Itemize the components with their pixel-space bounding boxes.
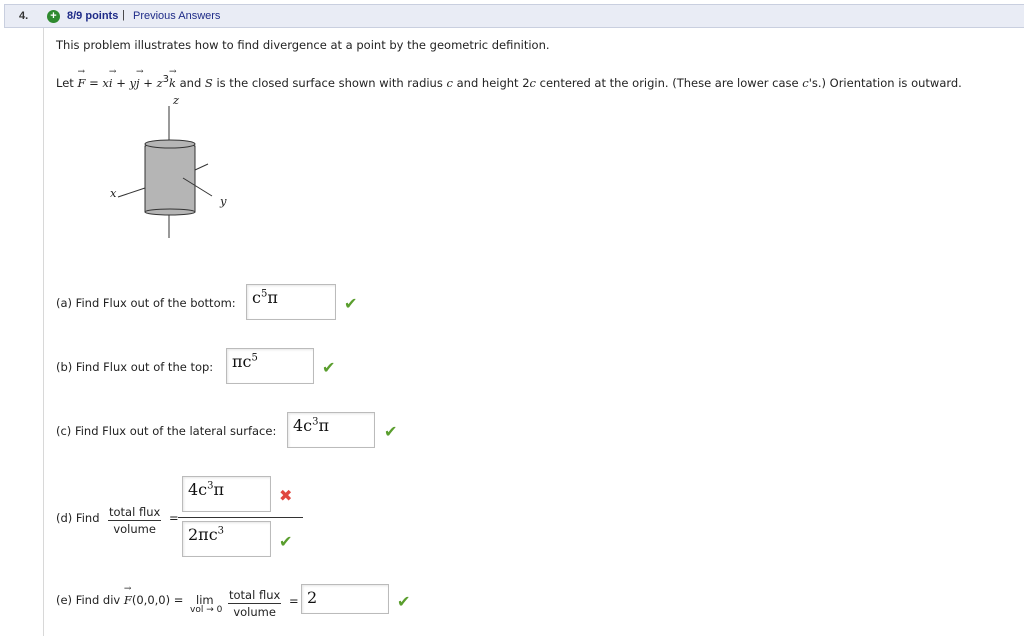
problem-statement: Let F = xi + yj + z3k and S is the close… (56, 67, 962, 90)
part-d-label: (d) Find (56, 511, 100, 525)
cylinder-figure (117, 106, 213, 238)
problem-intro: This problem illustrates how to find div… (56, 38, 550, 52)
check-icon: ✔ (344, 294, 358, 313)
question-number: 4. (19, 10, 29, 22)
part-e-answer-field[interactable]: 2 (301, 584, 389, 614)
check-icon: ✔ (322, 358, 336, 377)
check-icon: ✔ (384, 422, 398, 441)
y-axis-label: y (220, 194, 227, 208)
part-d-denominator-field[interactable]: 2πc3 (182, 521, 271, 557)
part-c-label: (c) Find Flux out of the lateral surface… (56, 424, 277, 438)
z-axis-label: z (173, 93, 180, 107)
part-e-fraction: total flux volume (228, 588, 282, 619)
cylinder-fill (146, 146, 194, 206)
fraction-numerator: total flux (228, 588, 282, 604)
check-icon: ✔ (397, 592, 411, 611)
header-separator: | (122, 9, 125, 21)
fraction-numerator: total flux (108, 505, 162, 521)
part-d-numerator-field[interactable]: 4c3π (182, 476, 271, 512)
vector-F: F (77, 67, 85, 90)
x-axis-label: x (110, 186, 117, 200)
part-c-answer-field[interactable]: 4c3π (287, 412, 375, 448)
part-e-label: (e) Find div F(0,0,0) = (56, 584, 183, 607)
part-a-label: (a) Find Flux out of the bottom: (56, 296, 236, 310)
cylinder-top (144, 139, 196, 149)
previous-answers-link[interactable]: Previous Answers (133, 10, 220, 22)
limit-subscript: vol → 0 (190, 605, 223, 615)
cylinder-bottom (144, 208, 196, 216)
fraction-denominator: volume (233, 605, 276, 619)
equals-sign: = (289, 594, 299, 608)
part-b-answer-field[interactable]: πc5 (226, 348, 314, 384)
vector-F: F (124, 584, 132, 607)
check-icon: ✔ (279, 532, 293, 551)
part-b-label: (b) Find Flux out of the top: (56, 360, 214, 374)
fraction-denominator: volume (113, 522, 156, 536)
x-icon: ✖ (279, 486, 293, 505)
answer-fraction-bar (178, 517, 303, 518)
points-score: 8/9 points (67, 10, 119, 22)
part-d-fraction: total flux volume (108, 505, 162, 536)
equals-sign: = (169, 511, 179, 525)
left-divider (43, 28, 44, 636)
x-axis (117, 187, 146, 198)
question-header: 4. + 8/9 points | Previous Answers (4, 4, 1024, 28)
part-a-answer-field[interactable]: c5π (246, 284, 336, 320)
expand-plus-icon[interactable]: + (47, 10, 60, 23)
x-axis-back (194, 163, 209, 171)
